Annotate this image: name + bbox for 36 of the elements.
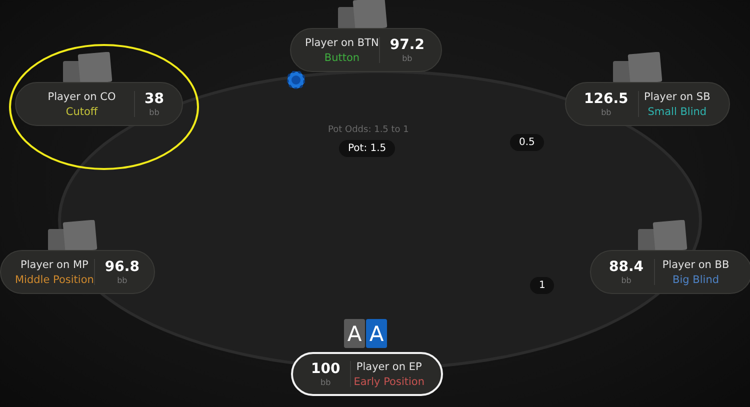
stack-size: 96.8	[104, 259, 140, 275]
player-name: Player on BTN	[305, 36, 379, 48]
stack-unit: bb	[117, 276, 128, 285]
player-name: Player on MP	[20, 258, 88, 270]
player-name: Player on CO	[48, 90, 116, 102]
stack-size: 126.5	[584, 91, 628, 107]
player-seat[interactable]: Player on CO Cutoff 38 bb	[15, 82, 183, 126]
player-name: Player on SB	[644, 90, 710, 102]
player-seat[interactable]: Player on EP Early Position 100 bb	[291, 352, 443, 396]
position-label: Big Blind	[672, 274, 720, 286]
position-label: Small Blind	[648, 106, 707, 118]
player-seat[interactable]: Player on BB Big Blind 88.4 bb	[590, 250, 750, 294]
player-name: Player on EP	[356, 360, 422, 372]
playing-card: A	[366, 319, 387, 348]
stack-size: 88.4	[609, 259, 644, 275]
stack-unit: bb	[320, 378, 331, 387]
position-label: Early Position	[354, 376, 424, 388]
player-seat[interactable]: Player on SB Small Blind 126.5 bb	[565, 82, 730, 126]
bet-amount: 0.5	[510, 134, 544, 151]
position-label: Middle Position	[15, 274, 94, 286]
stack-unit: bb	[601, 108, 612, 117]
stack-size: 38	[144, 91, 164, 107]
stack-unit: bb	[149, 108, 160, 117]
stack-size: 97.2	[390, 37, 424, 53]
position-label: Cutoff	[66, 106, 98, 118]
position-label: Button	[324, 52, 360, 64]
pot-odds-text: Pot Odds: 1.5 to 1	[328, 125, 409, 135]
stack-unit: bb	[621, 276, 632, 285]
dealer-chip-icon	[287, 71, 305, 89]
player-seat[interactable]: Player on MP Middle Position 96.8 bb	[0, 250, 155, 294]
player-seat[interactable]: Player on BTN Button 97.2 bb	[290, 28, 442, 72]
stack-size: 100	[311, 361, 340, 377]
player-name: Player on BB	[662, 258, 730, 270]
pot-amount: Pot: 1.5	[339, 140, 396, 157]
stack-unit: bb	[402, 54, 412, 63]
playing-card: A	[344, 319, 365, 348]
